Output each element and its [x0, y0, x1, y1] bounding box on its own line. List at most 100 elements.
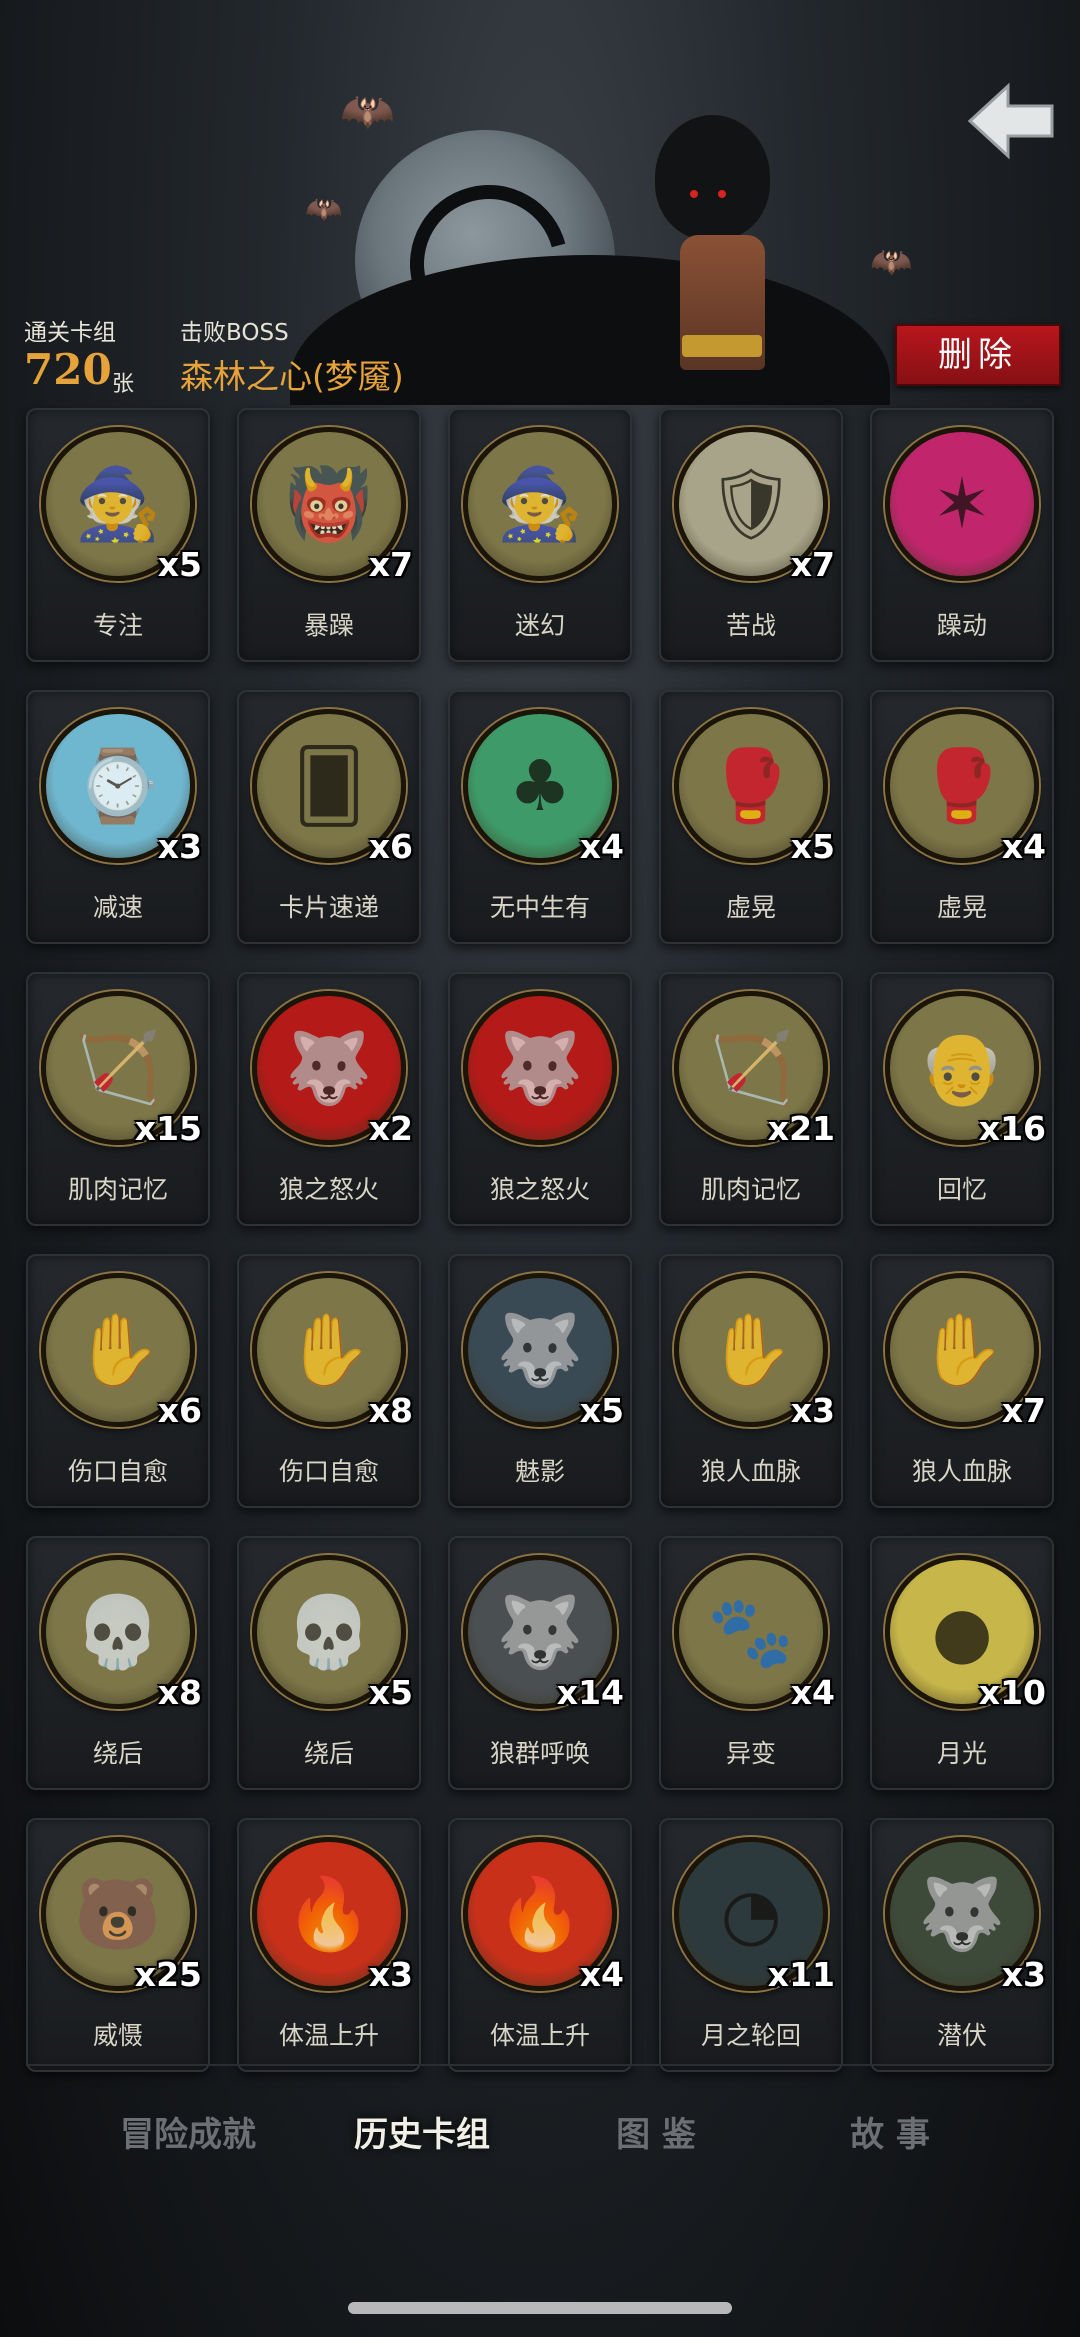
card-item[interactable]: 🏹 x21 肌肉记忆 — [659, 972, 843, 1226]
card-item[interactable]: 🛡 x7 苦战 — [659, 408, 843, 662]
card-name: 绕后 — [92, 1739, 143, 1768]
card-count: x3 — [1001, 1955, 1046, 1994]
card-count: x16 — [978, 1109, 1046, 1148]
card-grid: 🧙 x5 专注 👹 x7 暴躁 🧙 迷幻 🛡 x7 苦战 ✶ 躁动 ⌚ x3 减速 🂠 x6 卡片速递 ♣ x4 无中生有… — [26, 408, 1060, 2072]
bottom-nav: 冒险成就 历史卡组 图 鉴 故 事 — [0, 2100, 1080, 2170]
card-item[interactable]: 💀 x5 绕后 — [237, 1536, 421, 1790]
bat-icon: 🦇 — [870, 242, 913, 282]
card-item[interactable]: ✋ x7 狼人血脉 — [870, 1254, 1054, 1508]
card-count: x5 — [368, 1673, 413, 1712]
card-name: 体温上升 — [278, 2021, 379, 2050]
card-name: 肌肉记忆 — [700, 1175, 801, 1204]
card-count: x4 — [790, 1673, 835, 1712]
card-name: 异变 — [725, 1739, 776, 1768]
card-item[interactable]: ✋ x3 狼人血脉 — [659, 1254, 843, 1508]
card-count: x8 — [368, 1391, 413, 1430]
card-name: 虚晃 — [725, 893, 776, 922]
card-name: 狼之怒火 — [278, 1175, 379, 1204]
card-count: x8 — [157, 1673, 202, 1712]
card-name: 苦战 — [725, 611, 776, 640]
card-item[interactable]: ✶ 躁动 — [870, 408, 1054, 662]
card-name: 狼群呼唤 — [489, 1739, 590, 1768]
card-name: 潜伏 — [936, 2021, 987, 2050]
card-item[interactable]: 🥊 x5 虚晃 — [659, 690, 843, 944]
nav-divider — [26, 2064, 1054, 2066]
card-item[interactable]: ⌚ x3 减速 — [26, 690, 210, 944]
card-count: x7 — [790, 545, 835, 584]
card-name: 月光 — [936, 1739, 987, 1768]
clear-count: 720 — [24, 345, 112, 394]
card-name: 魅影 — [514, 1457, 565, 1486]
witch-icon: 🧙 — [496, 462, 584, 545]
card-item[interactable]: 🏹 x15 肌肉记忆 — [26, 972, 210, 1226]
card-count: x3 — [157, 827, 202, 866]
card-item[interactable]: 🐺 x2 狼之怒火 — [237, 972, 421, 1226]
card-count: x21 — [767, 1109, 835, 1148]
card-count: x5 — [157, 545, 202, 584]
card-count: x4 — [579, 827, 624, 866]
card-name: 虚晃 — [936, 893, 987, 922]
card-item[interactable]: ◔ x11 月之轮回 — [659, 1818, 843, 2072]
tab-achievements[interactable]: 冒险成就 — [88, 2100, 288, 2170]
card-name: 专注 — [92, 611, 143, 640]
card-item[interactable]: 🐺 x3 潜伏 — [870, 1818, 1054, 2072]
card-name: 绕后 — [303, 1739, 354, 1768]
card-count: x5 — [790, 827, 835, 866]
card-item[interactable]: 🐺 x14 狼群呼唤 — [448, 1536, 632, 1790]
card-name: 暴躁 — [303, 611, 354, 640]
clear-unit: 张 — [112, 372, 135, 397]
card-count: x25 — [134, 1955, 202, 1994]
card-art: 🐺 — [463, 991, 617, 1145]
card-item[interactable]: 🥊 x4 虚晃 — [870, 690, 1054, 944]
card-count: x15 — [134, 1109, 202, 1148]
card-art: 🧙 — [463, 427, 617, 581]
card-count: x6 — [368, 827, 413, 866]
card-name: 伤口自愈 — [67, 1457, 168, 1486]
card-item[interactable]: 👹 x7 暴躁 — [237, 408, 421, 662]
defeat-boss-label: 击败BOSS — [180, 320, 289, 346]
card-count: x2 — [368, 1109, 413, 1148]
card-item[interactable]: 🂠 x6 卡片速递 — [237, 690, 421, 944]
card-item[interactable]: ✋ x6 伤口自愈 — [26, 1254, 210, 1508]
home-indicator[interactable] — [348, 2302, 732, 2314]
card-item[interactable]: 🐾 x4 异变 — [659, 1536, 843, 1790]
card-item[interactable]: 👴 x16 回忆 — [870, 972, 1054, 1226]
card-item[interactable]: 🐺 狼之怒火 — [448, 972, 632, 1226]
bat-icon: 🦇 — [305, 192, 343, 227]
card-item[interactable]: ♣ x4 无中生有 — [448, 690, 632, 944]
card-count: x10 — [978, 1673, 1046, 1712]
boy-belt — [682, 335, 762, 357]
back-button[interactable] — [960, 78, 1060, 164]
red-eye — [690, 190, 698, 198]
demon-burst-icon: ✶ — [932, 463, 992, 545]
card-name: 卡片速递 — [278, 893, 379, 922]
card-name: 狼人血脉 — [911, 1457, 1012, 1486]
card-name: 回忆 — [936, 1175, 987, 1204]
card-name: 躁动 — [936, 611, 987, 640]
tab-story[interactable]: 故 事 — [790, 2100, 990, 2170]
card-count: x3 — [790, 1391, 835, 1430]
card-name: 狼之怒火 — [489, 1175, 590, 1204]
card-count: x7 — [1001, 1391, 1046, 1430]
card-item[interactable]: 🔥 x4 体温上升 — [448, 1818, 632, 2072]
card-name: 减速 — [92, 893, 143, 922]
card-count: x5 — [579, 1391, 624, 1430]
back-arrow-icon — [967, 82, 1054, 160]
card-name: 狼人血脉 — [700, 1457, 801, 1486]
werewolf-rage-icon: 🐺 — [496, 1026, 584, 1109]
card-item[interactable]: 🧙 x5 专注 — [26, 408, 210, 662]
tab-history-deck[interactable]: 历史卡组 — [322, 2100, 522, 2170]
delete-button[interactable]: 删除 — [895, 324, 1061, 386]
boss-name: 森林之心(梦魇) — [180, 357, 404, 396]
card-count: x14 — [556, 1673, 624, 1712]
card-count: x4 — [1001, 827, 1046, 866]
card-item[interactable]: 💀 x8 绕后 — [26, 1536, 210, 1790]
card-item[interactable]: 🔥 x3 体温上升 — [237, 1818, 421, 2072]
card-item[interactable]: 🐻 x25 威慑 — [26, 1818, 210, 2072]
card-item[interactable]: ✋ x8 伤口自愈 — [237, 1254, 421, 1508]
card-item[interactable]: ● x10 月光 — [870, 1536, 1054, 1790]
card-art: ✶ — [885, 427, 1039, 581]
tab-codex[interactable]: 图 鉴 — [556, 2100, 756, 2170]
card-item[interactable]: 🐺 x5 魅影 — [448, 1254, 632, 1508]
card-item[interactable]: 🧙 迷幻 — [448, 408, 632, 662]
